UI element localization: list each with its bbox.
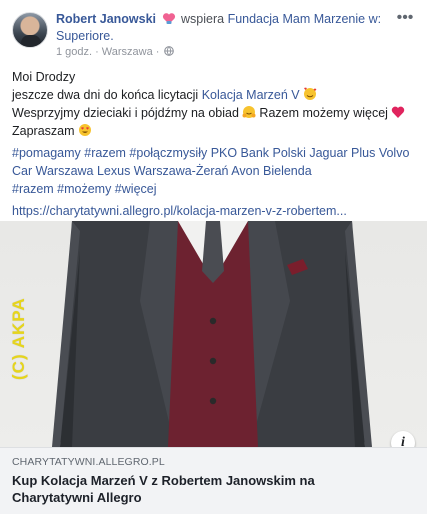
- hashtags-block: #pomagamy #razem #połączmysiły PKO Bank …: [12, 144, 418, 198]
- hugging-face-icon: [242, 106, 256, 118]
- post-line: Moi Drodzy: [12, 70, 76, 84]
- post-time[interactable]: 1 godz.: [56, 46, 92, 58]
- link-preview-image[interactable]: [0, 221, 427, 447]
- post-line: Zapraszam: [12, 122, 418, 140]
- post-url-link[interactable]: https://charytatywni.allegro.pl/kolacja-…: [12, 202, 418, 220]
- author-avatar[interactable]: [12, 12, 48, 48]
- globe-icon[interactable]: [164, 46, 175, 56]
- post-location[interactable]: Warszawa: [102, 46, 153, 58]
- author-name[interactable]: Robert Janowski: [56, 12, 156, 26]
- smiling-face-with-hearts-icon: [303, 87, 316, 100]
- kolacja-marzen-link[interactable]: Kolacja Marzeń V: [202, 88, 300, 102]
- action-text: wspiera: [181, 12, 225, 26]
- post-header: Robert Janowski wspiera Fundacja Mam Mar…: [0, 0, 427, 62]
- post-header-text: Robert Janowski wspiera Fundacja Mam Mar…: [56, 11, 386, 45]
- post-body: Moi Drodzy jeszcze dwa dni do końca licy…: [12, 68, 418, 220]
- more-options-button[interactable]: •••: [395, 10, 415, 30]
- post-line-text: Wesprzyjmy dzieciaki i pójdźmy na obiad: [12, 106, 239, 120]
- heart-eyes-icon: [78, 124, 91, 136]
- post-line-text: Zapraszam: [12, 124, 75, 138]
- post-line-text: Razem możemy więcej: [255, 106, 388, 120]
- post-line-text: jeszcze dwa dni do końca licytacji: [12, 88, 202, 102]
- copyright-watermark: (C) AKPA: [9, 297, 28, 380]
- meta-separator: ·: [95, 46, 99, 58]
- suit-photo-icon: [52, 221, 372, 447]
- card-domain: CHARYTATYWNI.ALLEGRO.PL: [12, 456, 165, 468]
- post-line: Wesprzyjmy dzieciaki i pójdźmy na obiad …: [12, 104, 418, 122]
- card-title[interactable]: Kup Kolacja Marzeń V z Robertem Janowski…: [12, 472, 392, 506]
- post-meta: 1 godz. · Warszawa ·: [56, 46, 175, 58]
- hashtags-line[interactable]: #razem #możemy #więcej: [12, 180, 418, 198]
- hashtags-line[interactable]: #pomagamy #razem #połączmysiły PKO Bank …: [12, 144, 418, 162]
- post-line: jeszcze dwa dni do końca licytacji Kolac…: [12, 86, 418, 104]
- red-heart-icon: [391, 106, 405, 118]
- heart-ribbon-icon: [162, 13, 175, 24]
- link-preview-card[interactable]: CHARYTATYWNI.ALLEGRO.PL Kup Kolacja Marz…: [0, 447, 427, 514]
- meta-separator-2: ·: [155, 46, 160, 58]
- hashtags-line[interactable]: Car Warszawa Lexus Warszawa-Żerań Avon B…: [12, 162, 418, 180]
